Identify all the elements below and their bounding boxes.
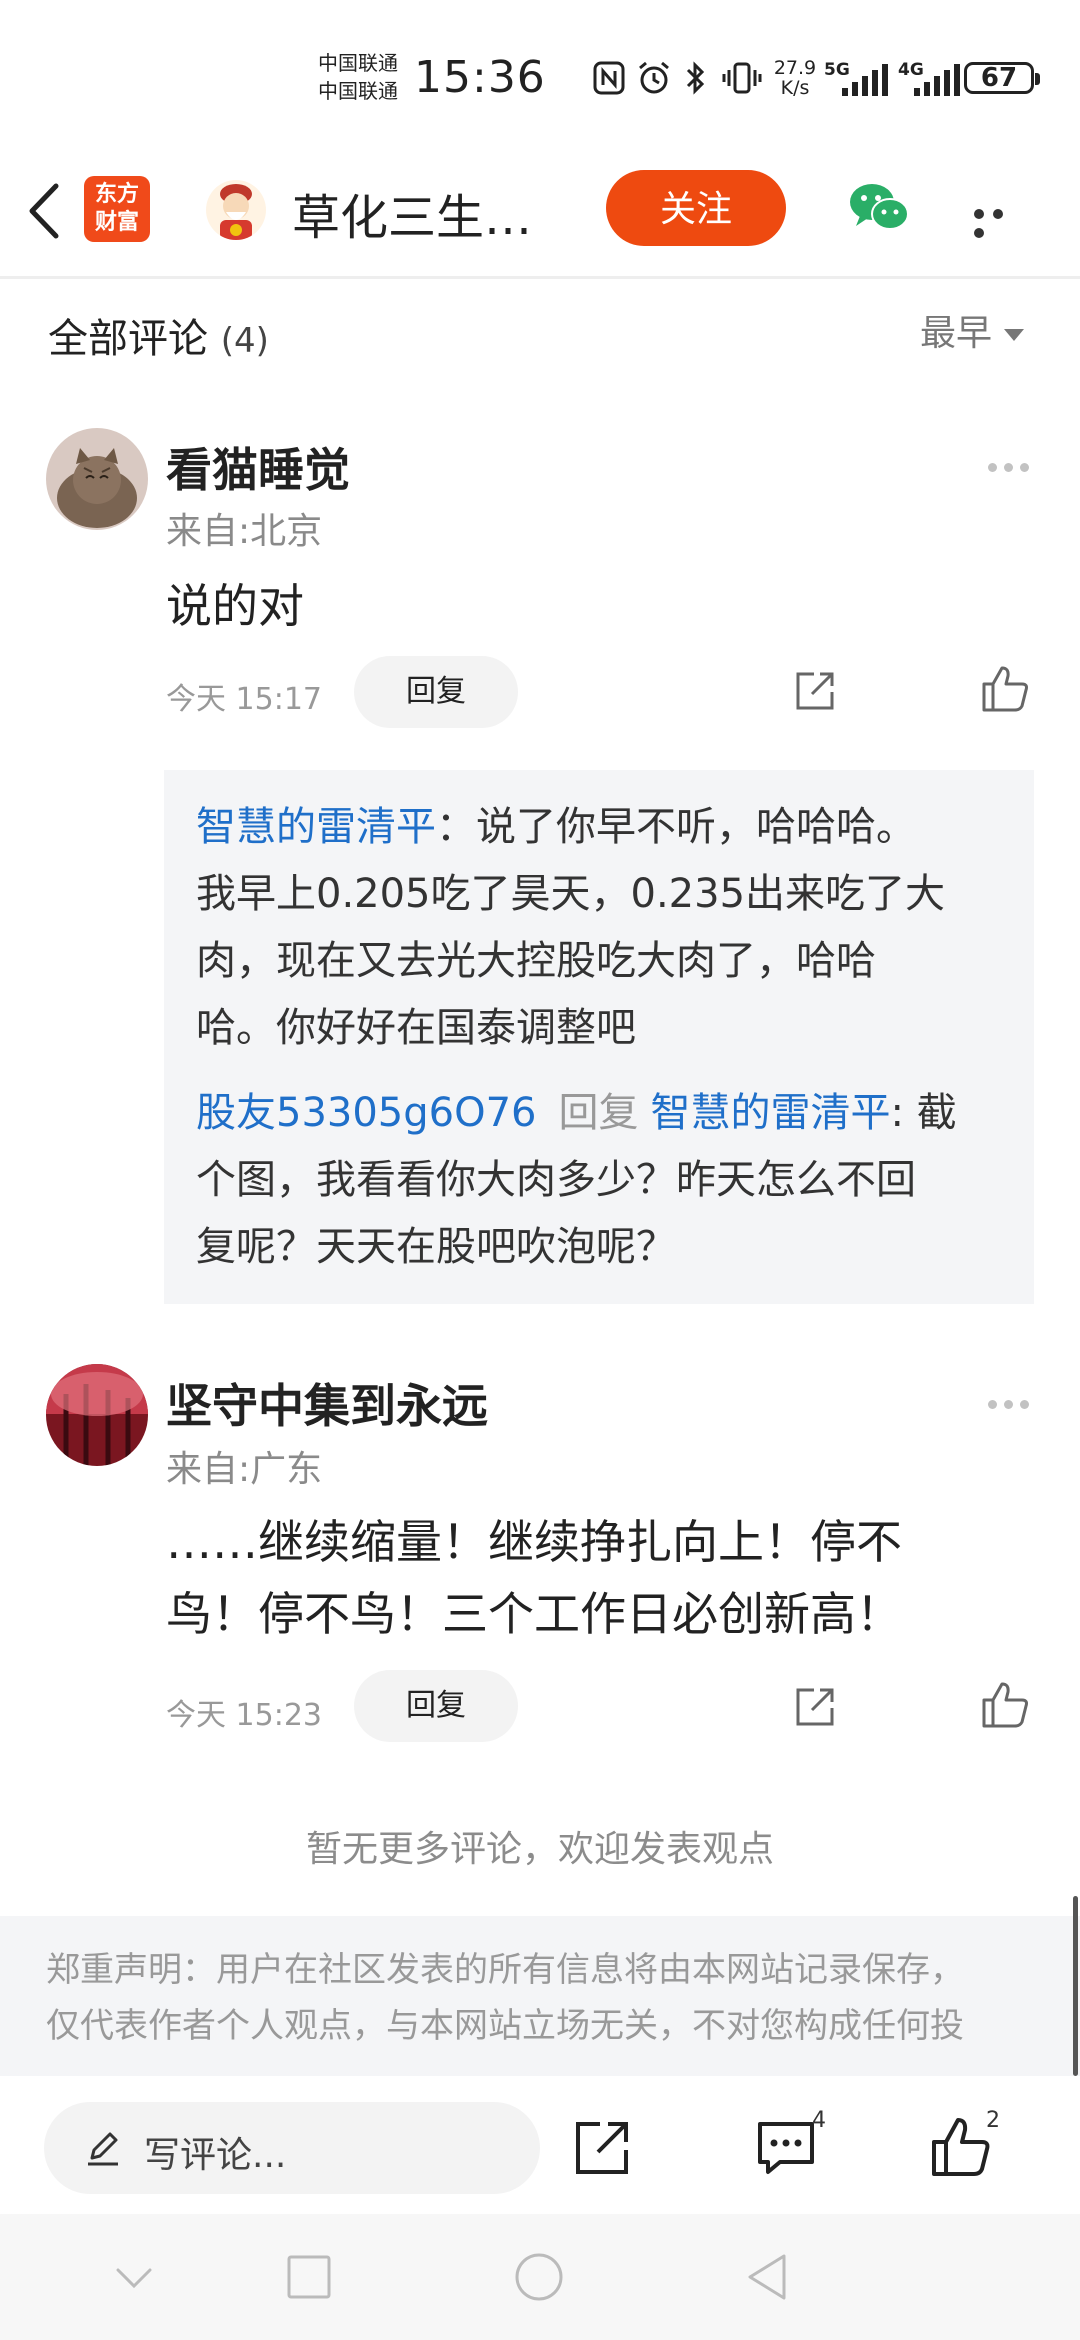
comment-text: 说的对 xyxy=(166,579,304,633)
alarm-icon xyxy=(636,58,672,98)
reply-username[interactable]: 智慧的雷清平 xyxy=(196,804,436,850)
system-navigation-bar xyxy=(0,2214,1080,2340)
recents-icon[interactable] xyxy=(286,2254,332,2300)
carrier-label-2: 中国联通 xyxy=(318,79,398,103)
brand-logo[interactable]: 东方 财富 xyxy=(84,176,150,242)
like-icon[interactable] xyxy=(980,664,1030,714)
share-icon[interactable] xyxy=(792,668,838,714)
disclaimer-section: 郑重声明：用户在社区发表的所有信息将由本网站记录保存， 仅代表作者个人观点，与本… xyxy=(0,1916,1080,2076)
comments-section-title: 全部评论 (4) xyxy=(48,316,269,362)
share-icon[interactable] xyxy=(792,1684,838,1730)
comment-timestamp: 今天 15:23 xyxy=(166,1698,322,1733)
like-count-badge: 2 xyxy=(986,2108,1000,2133)
nfc-icon xyxy=(592,58,626,98)
avatar[interactable] xyxy=(46,428,148,530)
signal-4g-icon: 4G xyxy=(898,60,960,98)
signal-5g-icon: 5G xyxy=(824,60,890,98)
caret-down-icon xyxy=(1004,329,1025,341)
battery-indicator: 67 xyxy=(964,62,1040,94)
collapse-icon[interactable] xyxy=(114,2264,154,2294)
comment-timestamp: 今天 15:17 xyxy=(166,682,322,717)
comment-input[interactable]: 写评论... xyxy=(44,2102,540,2194)
reply-button[interactable]: 回复 xyxy=(354,656,518,728)
comment-location: 来自:广东 xyxy=(166,1449,323,1490)
comment-username[interactable]: 坚守中集到永远 xyxy=(166,1370,488,1436)
sort-dropdown[interactable]: 最早 xyxy=(920,304,1025,356)
avatar[interactable] xyxy=(46,1364,148,1466)
comment-more-icon[interactable] xyxy=(988,457,1036,476)
comment-more-icon[interactable] xyxy=(988,1394,1036,1413)
reply-item[interactable]: 股友53305g6O76 回复 智慧的雷清平: 截 个图，我看看你大肉多少？昨天怎么… xyxy=(196,1080,1026,1281)
more-options-icon[interactable] xyxy=(974,204,1030,238)
like-icon[interactable] xyxy=(980,1680,1030,1730)
scrollbar-thumb[interactable] xyxy=(1073,1896,1078,2076)
reply-button[interactable]: 回复 xyxy=(354,1670,518,1742)
comment-count: (4) xyxy=(220,321,269,361)
comment-text: ……继续缩量！继续挣扎向上！停不 鸟！停不鸟！三个工作日必创新高！ xyxy=(166,1515,902,1641)
comment-count-badge: 4 xyxy=(812,2108,826,2133)
back-icon[interactable] xyxy=(20,180,70,242)
vibrate-icon xyxy=(720,58,764,98)
wechat-share-icon[interactable] xyxy=(848,180,910,236)
share-icon[interactable] xyxy=(572,2118,632,2178)
network-speed: 27.9 K/s xyxy=(773,57,817,99)
reply-thread: 智慧的雷清平：说了你早不听，哈哈哈。 我早上0.205吃了昊天，0.235出来吃… xyxy=(164,770,1034,1304)
comment-location: 来自:北京 xyxy=(166,511,323,552)
follow-button[interactable]: 关注 xyxy=(606,170,786,246)
reply-username[interactable]: 股友53305g6O76 xyxy=(196,1090,536,1136)
carrier-label-1: 中国联通 xyxy=(318,51,398,75)
stock-avatar xyxy=(206,180,266,240)
reply-target-username[interactable]: 智慧的雷清平 xyxy=(650,1090,890,1136)
comment-username[interactable]: 看猫睡觉 xyxy=(166,434,350,500)
top-navigation-bar: 东方 财富 草化三生… 关注 xyxy=(0,150,1080,279)
bluetooth-icon xyxy=(682,58,710,98)
clock: 15:36 xyxy=(414,52,546,103)
reply-item[interactable]: 智慧的雷清平：说了你早不听，哈哈哈。 我早上0.205吃了昊天，0.235出来吃… xyxy=(196,794,1026,1062)
like-icon[interactable] xyxy=(930,2116,994,2180)
home-icon[interactable] xyxy=(514,2252,564,2302)
status-bar: 中国联通 中国联通 15:36 27.9 K/s 5G 4G 67 xyxy=(0,0,1080,150)
bottom-action-bar: 写评论... 4 2 xyxy=(0,2078,1080,2214)
disclaimer-text: 郑重声明：用户在社区发表的所有信息将由本网站记录保存， 仅代表作者个人观点，与本… xyxy=(46,1950,964,2046)
no-more-comments-text: 暂无更多评论，欢迎发表观点 xyxy=(305,1829,774,1870)
back-nav-icon[interactable] xyxy=(744,2252,790,2302)
page-title: 草化三生… xyxy=(292,190,533,246)
pen-icon xyxy=(88,2132,118,2166)
